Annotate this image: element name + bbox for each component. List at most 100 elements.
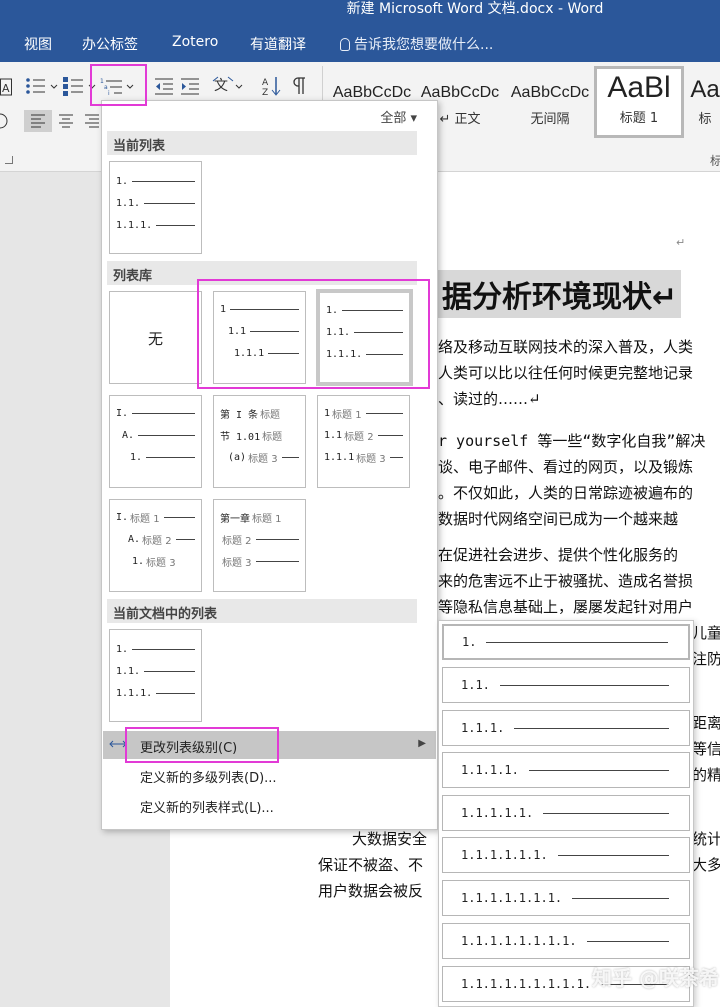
doc-line: 保证不被盗、不: [318, 856, 424, 874]
document-list-thumbnail[interactable]: 1. 1.1. 1.1.1.: [109, 629, 202, 722]
tab-zotero[interactable]: Zotero: [172, 34, 218, 50]
list-row: 1. 标题 3: [132, 555, 176, 569]
watermark: 知乎 @咲茶希: [592, 966, 719, 990]
doc-line: 来的危害远不止于被骚扰、造成名誉损: [438, 572, 694, 590]
doc-line: 络及移动互联网技术的深入普及，人类: [438, 338, 694, 356]
list-level-submenu: 1. 1.1. 1.1.1. 1.1.1.1. 1.1.1.1.1. 1.1.1…: [438, 620, 694, 1007]
align-left-icon[interactable]: [24, 110, 52, 132]
tab-view[interactable]: 视图: [24, 34, 52, 54]
doc-line: 数据时代网络空间已成为一个越来越: [438, 510, 679, 528]
doc-line: 统计集: [692, 830, 720, 848]
style-heading-2[interactable]: Aa 标: [690, 70, 720, 136]
document-heading: 据分析环境现状↵: [438, 270, 682, 318]
list-option-heading-roman[interactable]: I. 标题 1 A. 标题 2 1. 标题 3: [109, 499, 202, 592]
increase-indent-icon[interactable]: [176, 75, 204, 97]
list-level-2[interactable]: 1.1.: [442, 667, 690, 703]
list-row: 1.1 标题 2: [318, 428, 409, 443]
chinese-layout-icon[interactable]: 文: [212, 75, 244, 97]
list-level-8[interactable]: 1.1.1.1.1.1.1.1.: [442, 923, 690, 959]
line-spacing-icon[interactable]: [0, 110, 10, 132]
doc-line: 注防: [692, 650, 720, 668]
paragraph-dialog-launcher-icon[interactable]: [5, 156, 13, 164]
list-row: 第 I 条标题: [220, 409, 281, 421]
paragraph-mark: ↵: [676, 236, 686, 249]
tell-me-text: 告诉我您想要做什么...: [354, 37, 494, 53]
align-center-icon[interactable]: [52, 110, 80, 132]
doc-line: 的精准: [692, 766, 720, 784]
list-row: 标题 3: [214, 554, 305, 569]
svg-text:文: 文: [214, 78, 228, 94]
doc-line: 用户数据会被反: [318, 882, 424, 900]
paragraph-mark-icon[interactable]: [288, 75, 316, 97]
doc-line: 谈、电子邮件、看过的网页，以及锻炼: [438, 458, 694, 476]
list-row: A.: [110, 428, 201, 442]
list-row: I. 标题 1: [110, 510, 201, 525]
list-level-7[interactable]: 1.1.1.1.1.1.1.: [442, 880, 690, 916]
doc-line: 儿童: [692, 624, 720, 642]
list-row: 1 标题 1: [318, 406, 409, 421]
section-lists-in-document: 当前文档中的列表: [107, 599, 417, 623]
doc-line: 。不仅如此，人类的日常踪迹被遍布的: [438, 484, 694, 502]
style-name: 标: [698, 112, 712, 127]
doc-line: 人类可以比以往任何时候更完整地记录: [438, 364, 694, 382]
styles-group-label: 标: [710, 154, 720, 168]
list-level-1[interactable]: 1.: [442, 624, 690, 660]
list-level-4[interactable]: 1.1.1.1.: [442, 752, 690, 788]
list-row: 1.1.1.: [110, 218, 201, 232]
define-list-style-menu-item[interactable]: 定义新的列表样式(L)...: [103, 791, 436, 819]
define-multilevel-list-menu-item[interactable]: 定义新的多级列表(D)...: [103, 761, 436, 789]
decrease-indent-icon[interactable]: [150, 75, 178, 97]
submenu-arrow-icon: ▶: [418, 738, 426, 749]
tab-youdao[interactable]: 有道翻译: [250, 34, 306, 54]
list-row: 1.: [110, 174, 201, 188]
svg-text:Z: Z: [262, 88, 268, 97]
list-option-roman[interactable]: I. A. 1.: [109, 395, 202, 488]
list-level-5[interactable]: 1.1.1.1.1.: [442, 795, 690, 831]
list-row: 节 1.01 标题: [220, 431, 283, 443]
list-option-chapter[interactable]: 第一章 标题 1 标题 2 标题 3: [213, 499, 306, 592]
svg-text:A: A: [262, 78, 269, 88]
list-option-article-section[interactable]: 第 I 条标题 节 1.01 标题 (a) 标题 3: [213, 395, 306, 488]
text-box-icon[interactable]: A: [0, 76, 12, 98]
doc-line: 等信: [692, 740, 720, 758]
svg-text:A: A: [2, 82, 10, 95]
doc-line: 在促进社会进步、提供个性化服务的: [438, 546, 679, 564]
doc-line: 大多: [692, 856, 720, 874]
list-row: 第一章 标题 1: [220, 513, 282, 525]
style-no-spacing[interactable]: AaBbCcDc 无间隔: [508, 70, 592, 136]
list-row: (a) 标题 3: [214, 450, 305, 465]
highlight-library-options: [197, 279, 430, 389]
list-row: 1.: [110, 450, 201, 464]
list-row: 标题 2: [214, 532, 305, 547]
style-heading-1[interactable]: AaBl 标题 1: [594, 66, 684, 138]
doc-line: 距离者: [692, 714, 720, 732]
highlight-change-level: [125, 727, 279, 763]
list-row: I.: [110, 406, 201, 420]
style-name: 标题 1: [619, 111, 659, 126]
list-row: 1.1.: [110, 664, 201, 678]
lightbulb-icon: [340, 38, 350, 51]
style-name: 无间隔: [530, 112, 570, 127]
gallery-filter-dropdown[interactable]: 全部 ▾: [380, 107, 417, 126]
list-option-heading-numbered[interactable]: 1 标题 1 1.1 标题 2 1.1.1 标题 3: [317, 395, 410, 488]
section-current-list: 当前列表: [107, 131, 417, 155]
list-none-option[interactable]: 无: [109, 291, 202, 384]
list-level-6[interactable]: 1.1.1.1.1.1.: [442, 837, 690, 873]
title-bar: 新建 Microsoft Word 文档.docx - Word 视图 办公标签…: [0, 0, 720, 62]
list-row: 1.1.1 标题 3: [318, 450, 409, 465]
bullets-button[interactable]: [24, 75, 58, 97]
doc-line: 等隐私信息基础上，屡屡发起针对用户: [438, 598, 694, 616]
tell-me-box[interactable]: 告诉我您想要做什么...: [340, 34, 493, 54]
sort-icon[interactable]: AZ: [258, 75, 286, 98]
tab-office-tabs[interactable]: 办公标签: [82, 34, 138, 54]
highlight-multilevel-button: [90, 64, 147, 106]
doc-line: 大数据安全: [352, 830, 428, 848]
style-sample: Aa: [690, 76, 720, 103]
style-sample: AaBbCcDc: [510, 84, 590, 101]
current-list-thumbnail[interactable]: 1. 1.1. 1.1.1.: [109, 161, 202, 254]
list-row: 1.1.: [110, 196, 201, 210]
multilevel-list-gallery: 全部 ▾ 当前列表 1. 1.1. 1.1.1. 列表库 无 1 1.1 1.1…: [101, 100, 438, 830]
list-level-3[interactable]: 1.1.1.: [442, 710, 690, 746]
list-row: A. 标题 2: [110, 532, 201, 547]
doc-line: 、读过的……↵: [438, 390, 541, 408]
